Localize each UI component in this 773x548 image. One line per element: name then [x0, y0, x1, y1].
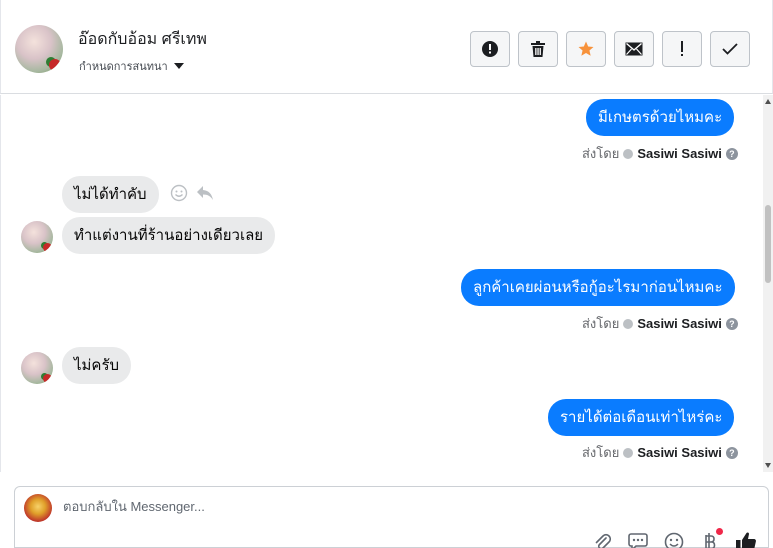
scroll-up-arrow-icon[interactable] [765, 99, 771, 104]
like-icon [736, 532, 756, 548]
incoming-message[interactable]: ทำแต่งานที่ร้านอย่างเดียวเลย [62, 217, 276, 254]
conversation-settings-dropdown[interactable]: กำหนดการสนทนา [79, 57, 184, 75]
notification-dot [716, 528, 723, 535]
contact-name[interactable]: อ๊อดกับอ้อม ศรีเทพ [78, 27, 207, 52]
scroll-down-arrow-icon[interactable] [765, 463, 771, 468]
sent-by-label: ส่งโดย [582, 146, 620, 161]
done-button[interactable] [710, 31, 750, 67]
envelope-icon [625, 42, 643, 56]
incoming-message[interactable]: ไม่ครับ [62, 347, 132, 384]
saved-reply-button[interactable] [627, 531, 649, 548]
attach-button[interactable] [591, 531, 613, 548]
composer-tools [591, 528, 757, 548]
sender-name: Sasiwi Sasiwi [637, 316, 722, 331]
thread-scrollbar[interactable] [763, 95, 773, 472]
caret-down-icon [173, 63, 184, 69]
sent-by-line: ส่งโดย Sasiwi Sasiwi ? [582, 442, 738, 463]
sent-check-icon [623, 148, 634, 159]
sender-name: Sasiwi Sasiwi [637, 445, 722, 460]
reply-input[interactable] [63, 499, 663, 514]
star-icon [578, 41, 594, 56]
help-icon[interactable]: ? [725, 147, 738, 160]
contact-avatar-small[interactable] [21, 221, 53, 253]
sent-by-line: ส่งโดย Sasiwi Sasiwi ? [582, 143, 738, 164]
emoji-react-icon[interactable] [170, 184, 188, 202]
mark-unread-button[interactable] [614, 31, 654, 67]
page-avatar [24, 494, 52, 522]
mark-spam-button[interactable] [470, 31, 510, 67]
help-icon[interactable]: ? [725, 317, 738, 330]
baht-icon [705, 533, 716, 548]
sender-name: Sasiwi Sasiwi [637, 146, 722, 161]
contact-avatar-small[interactable] [21, 352, 53, 384]
sent-check-icon [623, 447, 634, 458]
alert-circle-icon [482, 41, 498, 57]
message-thread[interactable]: มีเกษตรด้วยไหมคะ ส่งโดย Sasiwi Sasiwi ? … [0, 95, 773, 472]
reply-icon[interactable] [196, 185, 214, 201]
emoji-button[interactable] [663, 531, 685, 548]
star-button[interactable] [566, 31, 606, 67]
outgoing-message[interactable]: รายได้ต่อเดือนเท่าไหร่คะ [548, 399, 735, 436]
paperclip-icon [595, 533, 611, 548]
sent-check-icon [623, 318, 634, 329]
emoji-icon [664, 532, 684, 548]
trash-icon [531, 41, 545, 57]
incoming-message[interactable]: ไม่ได้ทำคับ [62, 176, 159, 213]
sent-by-label: ส่งโดย [582, 316, 620, 331]
outgoing-message[interactable]: ลูกค้าเคยผ่อนหรือกู้อะไรมาก่อนไหมคะ [461, 269, 735, 306]
conversation-settings-label: กำหนดการสนทนา [79, 61, 168, 73]
check-icon [722, 43, 738, 55]
sent-by-label: ส่งโดย [582, 445, 620, 460]
like-button[interactable] [735, 531, 757, 548]
reply-composer [14, 486, 769, 548]
header-actions [470, 31, 750, 67]
exclamation-icon [681, 41, 683, 56]
help-icon[interactable]: ? [725, 446, 738, 459]
outgoing-message[interactable]: มีเกษตรด้วยไหมคะ [586, 99, 735, 136]
sent-by-line: ส่งโดย Sasiwi Sasiwi ? [582, 313, 738, 334]
payment-button[interactable] [699, 528, 723, 548]
scroll-thumb[interactable] [765, 205, 771, 283]
saved-reply-icon [628, 533, 648, 548]
message-hover-tools [170, 184, 214, 202]
delete-button[interactable] [518, 31, 558, 67]
conversation-header: อ๊อดกับอ้อม ศรีเทพ กำหนดการสนทนา [0, 0, 773, 94]
contact-avatar[interactable] [15, 25, 63, 73]
important-button[interactable] [662, 31, 702, 67]
